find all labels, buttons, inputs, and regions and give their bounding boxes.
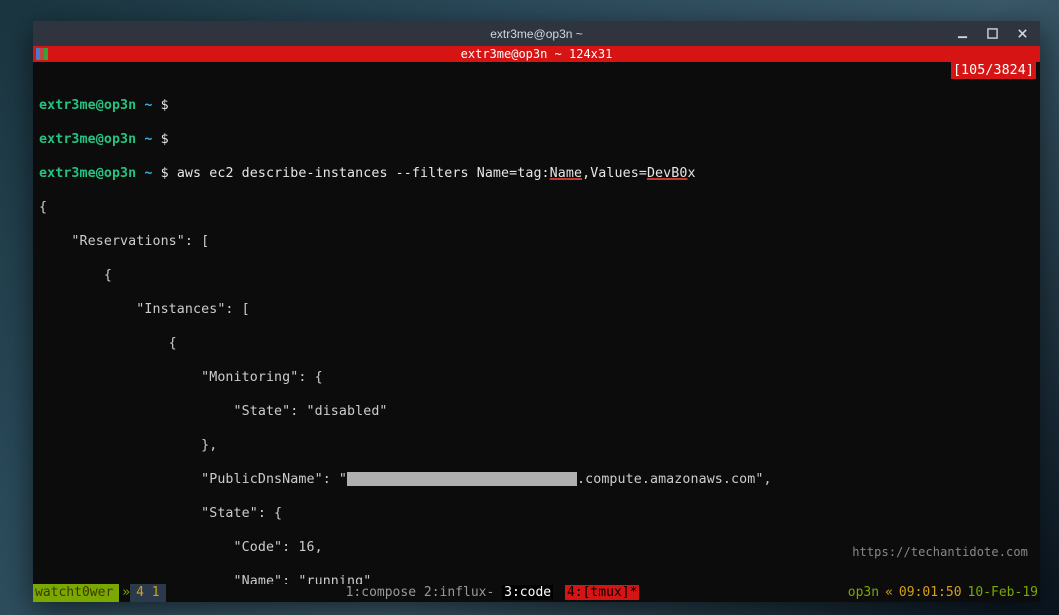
tmux-pane-icon [36, 48, 48, 60]
watermark-text: https://techantidote.com [852, 544, 1028, 561]
status-left: watcht0wer » 4 1 [33, 584, 166, 602]
window-titlebar[interactable]: extr3me@op3n ~ [33, 21, 1040, 46]
prompt-symbol: $ [161, 98, 169, 113]
tmux-window-2[interactable]: 2:influx- [424, 585, 494, 600]
output-line: "Instances": [ [39, 301, 1034, 318]
output-line: { [39, 199, 1034, 216]
maximize-button[interactable] [978, 23, 1006, 44]
prompt-user: extr3me@op3n [39, 98, 136, 113]
tmux-title-bar: extr3me@op3n ~ 124x31 [33, 46, 1040, 62]
tmux-window-4[interactable]: 4:[tmux]* [565, 585, 639, 600]
close-icon [1017, 28, 1028, 39]
status-date: 10-Feb-19 [968, 584, 1038, 602]
command-line: extr3me@op3n ~ $ aws ec2 describe-instan… [39, 165, 1034, 182]
status-sep-icon: « [885, 584, 893, 602]
output-line: "Monitoring": { [39, 369, 1034, 386]
close-button[interactable] [1008, 23, 1036, 44]
output-line: "Name": "running" [39, 573, 1034, 584]
status-time: 09:01:50 [899, 584, 962, 602]
status-arrow: » [119, 584, 130, 602]
status-session: 4 1 [130, 584, 165, 602]
redacted-dns [347, 472, 577, 486]
output-line: { [39, 267, 1034, 284]
maximize-icon [987, 28, 998, 39]
minimize-button[interactable] [948, 23, 976, 44]
output-line: }, [39, 437, 1034, 454]
output-line: "PublicDnsName": ".compute.amazonaws.com… [39, 471, 1034, 488]
prompt-path: ~ [144, 98, 152, 113]
output-line: { [39, 335, 1034, 352]
tmux-window-1[interactable]: 1:compose [346, 585, 416, 600]
status-windows: 1:compose 2:influx- 3:code 4:[tmux]* [346, 584, 640, 602]
terminal-window: extr3me@op3n ~ extr3me@op3n ~ 124x31 [10… [33, 21, 1040, 602]
tmux-status-bar[interactable]: watcht0wer » 4 1 1:compose 2:influx- 3:c… [33, 584, 1040, 602]
tmux-window-3[interactable]: 3:code [502, 585, 553, 600]
scroll-counter: [105/3824] [951, 62, 1036, 79]
minimize-icon [957, 28, 968, 39]
tmux-title-text: extr3me@op3n ~ 124x31 [461, 47, 613, 61]
terminal-output[interactable]: [105/3824] extr3me@op3n ~ $ extr3me@op3n… [33, 62, 1040, 584]
status-host-right: op3n [848, 584, 879, 602]
window-title: extr3me@op3n ~ [490, 27, 583, 41]
prompt-line: extr3me@op3n ~ $ [39, 131, 1034, 148]
status-right: op3n « 09:01:50 10-Feb-19 [848, 584, 1038, 602]
output-line: "State": "disabled" [39, 403, 1034, 420]
status-hostname: watcht0wer [33, 584, 119, 602]
prompt-line: extr3me@op3n ~ $ [39, 97, 1034, 114]
output-line: "Reservations": [ [39, 233, 1034, 250]
output-line: "State": { [39, 505, 1034, 522]
